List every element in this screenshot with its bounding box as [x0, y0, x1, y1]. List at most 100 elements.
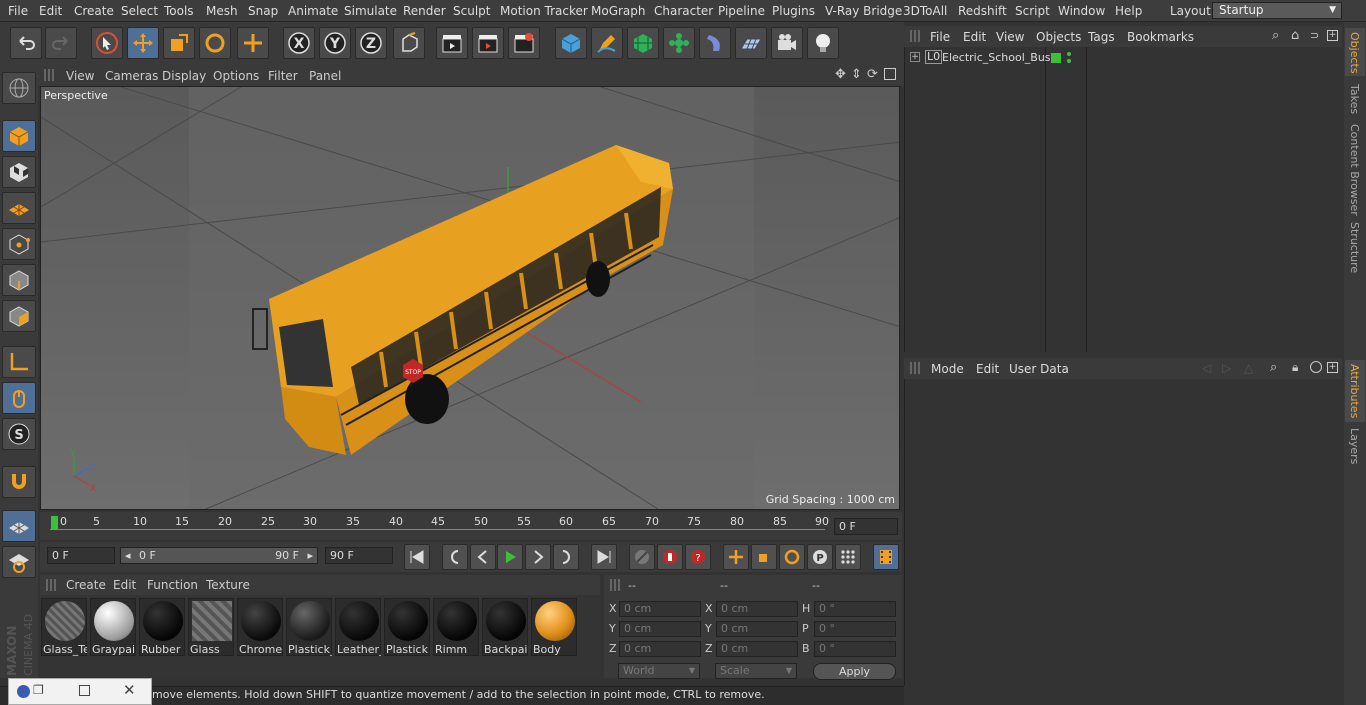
scale-tool-button[interactable]: [163, 27, 195, 59]
taskbar-window-thumbnail[interactable]: ❐ ✕: [8, 678, 152, 705]
menu-motion-tracker[interactable]: Motion Tracker: [500, 4, 588, 18]
menu-pipeline[interactable]: Pipeline: [718, 4, 765, 18]
size-mode-dropdown[interactable]: Scale ▼: [715, 663, 797, 679]
new-panel-icon[interactable]: +: [1327, 30, 1338, 41]
y-axis-lock-button[interactable]: Y: [319, 27, 351, 59]
playhead[interactable]: [51, 516, 58, 530]
previous-key-button[interactable]: [442, 544, 468, 570]
close-icon[interactable]: ✕: [123, 681, 136, 699]
material-swatch[interactable]: Plastick: [384, 598, 430, 656]
start-frame-field[interactable]: 0 F: [47, 547, 115, 564]
menu-animate[interactable]: Animate: [288, 4, 338, 18]
objects-menu-bookmarks[interactable]: Bookmarks: [1127, 30, 1194, 44]
coordinate-system-button[interactable]: [393, 27, 425, 59]
viewport-menu-panel[interactable]: Panel: [309, 69, 341, 83]
material-swatch[interactable]: Rimm: [433, 598, 479, 656]
menu-tools[interactable]: Tools: [164, 4, 194, 18]
texture-mode-button[interactable]: [2, 156, 36, 188]
menu-create[interactable]: Create: [74, 4, 114, 18]
attributes-menu-mode[interactable]: Mode: [931, 362, 964, 376]
edges-mode-button[interactable]: [2, 264, 36, 296]
menu-render[interactable]: Render: [403, 4, 446, 18]
planar-workplane-button[interactable]: [2, 546, 36, 578]
light-button[interactable]: [807, 27, 839, 59]
apply-button[interactable]: Apply: [813, 663, 896, 680]
viewport-menu-filter[interactable]: Filter: [268, 69, 298, 83]
size-z-field[interactable]: 0 cm: [716, 641, 798, 657]
objects-menu-objects[interactable]: Objects: [1036, 30, 1081, 44]
orbit-view-icon[interactable]: ⟳: [867, 67, 878, 82]
forward-arrow-icon[interactable]: ▷: [1222, 361, 1231, 375]
solo-button[interactable]: S: [2, 418, 36, 450]
up-arrow-icon[interactable]: △: [1244, 361, 1253, 375]
points-mode-button[interactable]: [2, 228, 36, 260]
rotation-b-field[interactable]: 0 °: [814, 641, 896, 657]
coordinate-space-dropdown[interactable]: World ▼: [618, 663, 700, 679]
tab-attributes[interactable]: Attributes: [1348, 364, 1361, 418]
menu-edit[interactable]: Edit: [39, 4, 62, 18]
pen-tool-button[interactable]: [591, 27, 623, 59]
material-menu-texture[interactable]: Texture: [206, 578, 250, 592]
rotation-h-field[interactable]: 0 °: [814, 601, 896, 617]
polygons-mode-button[interactable]: [2, 300, 36, 332]
objects-menu-file[interactable]: File: [930, 30, 950, 44]
menu-mograph[interactable]: MoGraph: [591, 4, 646, 18]
menu-file[interactable]: File: [8, 4, 28, 18]
visibility-tag-icon[interactable]: [1051, 53, 1061, 63]
tweak-mode-button[interactable]: [2, 382, 36, 414]
target-icon[interactable]: [1310, 361, 1322, 373]
material-menu-function[interactable]: Function: [147, 578, 198, 592]
rotation-p-field[interactable]: 0 °: [814, 621, 896, 637]
menu-plugins[interactable]: Plugins: [772, 4, 815, 18]
objects-menu-tags[interactable]: Tags: [1088, 30, 1115, 44]
tab-takes[interactable]: Takes: [1348, 84, 1361, 114]
cloner-button[interactable]: [663, 27, 695, 59]
material-swatch[interactable]: Chrome: [237, 598, 283, 656]
menu-window[interactable]: Window: [1058, 4, 1105, 18]
timeline-ruler[interactable]: 0 5 10 15 20 25 30 35 40 45 50 55 60 65 …: [40, 512, 902, 540]
material-swatch[interactable]: Backpai: [482, 598, 528, 656]
position-z-field[interactable]: 0 cm: [619, 641, 701, 657]
snapping-button[interactable]: [2, 466, 36, 498]
expand-icon[interactable]: +: [910, 52, 920, 62]
key-pla-button[interactable]: [835, 544, 861, 570]
back-icon[interactable]: ⊃: [1310, 29, 1319, 42]
move-tool-button[interactable]: [127, 27, 159, 59]
viewport-menu-options[interactable]: Options: [213, 69, 259, 83]
camera-button[interactable]: [771, 27, 803, 59]
position-y-field[interactable]: 0 cm: [619, 621, 701, 637]
next-key-button[interactable]: [553, 544, 579, 570]
pan-view-icon[interactable]: ✥: [835, 67, 846, 82]
tab-structure[interactable]: Structure: [1348, 222, 1361, 273]
menu-simulate[interactable]: Simulate: [344, 4, 397, 18]
lock-icon[interactable]: 🔒︎: [1292, 360, 1298, 375]
redo-button[interactable]: [45, 27, 77, 59]
z-axis-lock-button[interactable]: Z: [355, 27, 387, 59]
floor-button[interactable]: [735, 27, 767, 59]
model-mode-button[interactable]: [2, 120, 36, 152]
live-selection-button[interactable]: [91, 27, 123, 59]
menu-help[interactable]: Help: [1115, 4, 1142, 18]
material-swatch[interactable]: Rubber: [139, 598, 185, 656]
workplane-mode-button[interactable]: [2, 192, 36, 224]
tab-content-browser[interactable]: Content Browser: [1348, 124, 1361, 216]
material-swatch[interactable]: Leather_: [335, 598, 381, 656]
size-y-field[interactable]: 0 cm: [716, 621, 798, 637]
render-settings-button[interactable]: [508, 27, 540, 59]
material-swatch[interactable]: Glass: [188, 598, 234, 656]
viewport-menu-display[interactable]: Display: [162, 69, 206, 83]
workplane-lock-button[interactable]: [2, 510, 36, 542]
go-to-start-button[interactable]: [404, 544, 430, 570]
timeline-window-button[interactable]: [873, 544, 899, 570]
objects-menu-view[interactable]: View: [996, 30, 1024, 44]
axis-mode-button[interactable]: [2, 346, 36, 378]
render-view-button[interactable]: [436, 27, 468, 59]
current-frame-field[interactable]: 0 F: [834, 518, 898, 535]
menu-vray-bridge[interactable]: V-Ray Bridge: [825, 4, 902, 18]
viewport-menu-cameras[interactable]: Cameras: [105, 69, 158, 83]
menu-sculpt[interactable]: Sculpt: [453, 4, 490, 18]
layout-dropdown[interactable]: Startup ▼: [1212, 2, 1342, 19]
rotate-tool-button[interactable]: [199, 27, 231, 59]
object-row[interactable]: + L0 Electric_School_Bus: [905, 49, 1343, 67]
add-cube-button[interactable]: [555, 27, 587, 59]
